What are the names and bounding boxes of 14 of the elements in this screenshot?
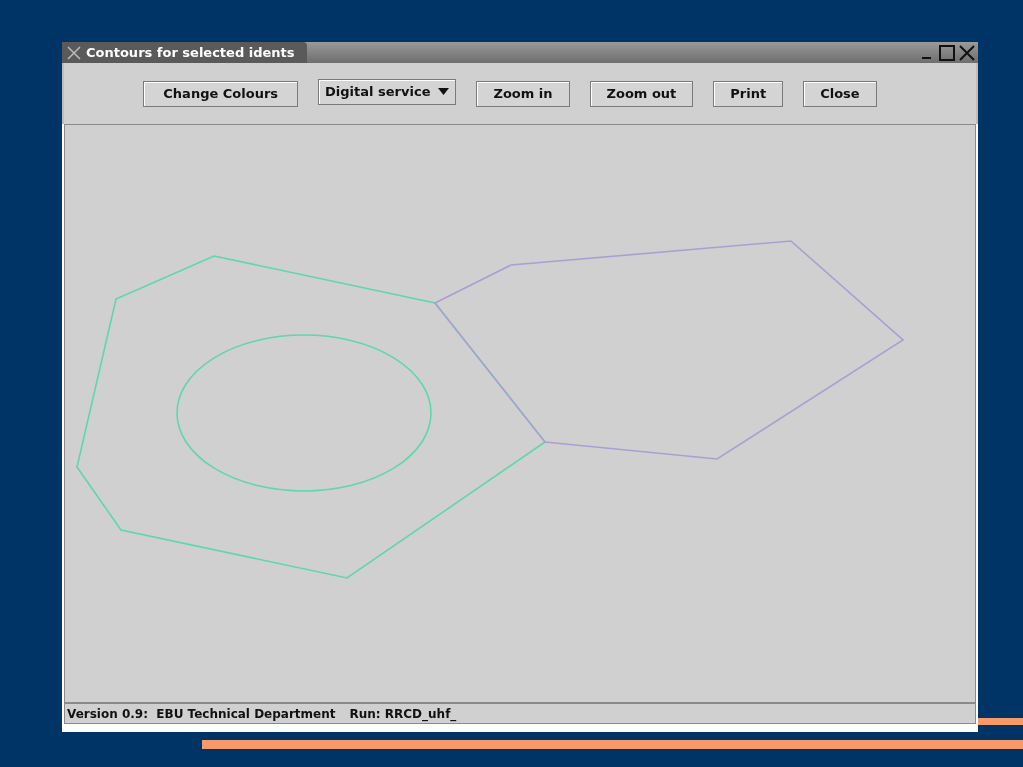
toolbar-button[interactable]: Zoom out bbox=[589, 80, 694, 107]
run-text: Run: RRCD_uhf_ bbox=[349, 705, 457, 723]
close-icon[interactable] bbox=[958, 43, 976, 62]
service-dropdown[interactable]: Digital service bbox=[318, 78, 457, 105]
window-title: Contours for selected idents bbox=[86, 43, 295, 62]
version-text: Version 0.9: EBU Technical Department bbox=[67, 705, 336, 723]
dropdown-caret-icon bbox=[438, 88, 450, 95]
toolbar-button[interactable]: Print bbox=[713, 80, 784, 107]
window-menu-icon[interactable] bbox=[66, 45, 82, 60]
toolbar-button[interactable]: Change Colours bbox=[143, 80, 299, 107]
maximize-icon[interactable] bbox=[938, 43, 956, 62]
toolbar-button[interactable]: Zoom in bbox=[476, 80, 570, 107]
accent-stripe bbox=[976, 718, 1023, 725]
toolbar-button[interactable]: Close bbox=[803, 80, 877, 107]
